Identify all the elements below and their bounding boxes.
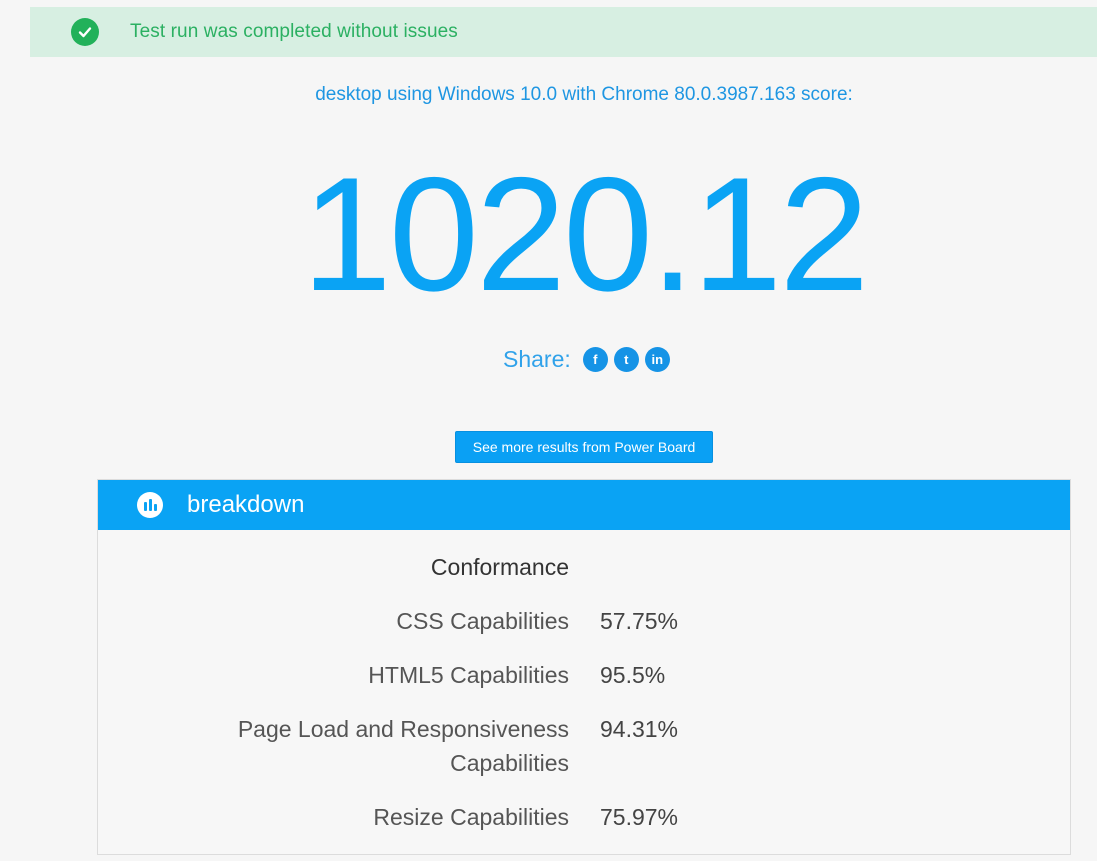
facebook-icon[interactable]: f bbox=[582, 347, 608, 372]
linkedin-icon[interactable]: in bbox=[644, 347, 670, 372]
check-circle-icon bbox=[71, 18, 99, 46]
breakdown-table: Conformance CSS Capabilities 57.75% HTML… bbox=[98, 550, 1070, 834]
success-alert: Test run was completed without issues bbox=[30, 7, 1097, 57]
row-value: 94.31% bbox=[600, 716, 679, 742]
row-label: Resize Capabilities bbox=[373, 804, 569, 830]
row-value: 57.75% bbox=[600, 608, 679, 634]
row-value: 95.5% bbox=[600, 662, 666, 688]
table-row: CSS Capabilities 57.75% bbox=[98, 604, 1070, 638]
row-label: CSS Capabilities bbox=[396, 608, 569, 634]
alert-message: Test run was completed without issues bbox=[130, 21, 458, 42]
conformance-heading: Conformance bbox=[430, 554, 569, 580]
table-row: Page Load and Responsiveness Capabilitie… bbox=[98, 712, 1070, 780]
breakdown-title: breakdown bbox=[187, 491, 305, 518]
score-subtitle: desktop using Windows 10.0 with Chrome 8… bbox=[315, 84, 853, 105]
row-label: Page Load and Responsiveness Capabilitie… bbox=[237, 716, 569, 776]
table-row: Resize Capabilities 75.97% bbox=[98, 800, 1070, 834]
table-heading-row: Conformance bbox=[98, 550, 1070, 584]
share-bar: Share: f t in bbox=[503, 346, 670, 373]
bar-chart-icon bbox=[137, 492, 163, 518]
see-more-results-button[interactable]: See more results from Power Board bbox=[455, 431, 713, 463]
twitter-icon[interactable]: t bbox=[613, 347, 639, 372]
score-value: 1020.12 bbox=[301, 144, 870, 325]
table-row: HTML5 Capabilities 95.5% bbox=[98, 658, 1070, 692]
row-value: 75.97% bbox=[600, 804, 679, 830]
row-label: HTML5 Capabilities bbox=[368, 662, 569, 688]
breakdown-header[interactable]: breakdown bbox=[98, 480, 1070, 530]
breakdown-panel: breakdown Conformance CSS Capabilities 5… bbox=[97, 479, 1071, 855]
share-label: Share: bbox=[503, 346, 571, 372]
